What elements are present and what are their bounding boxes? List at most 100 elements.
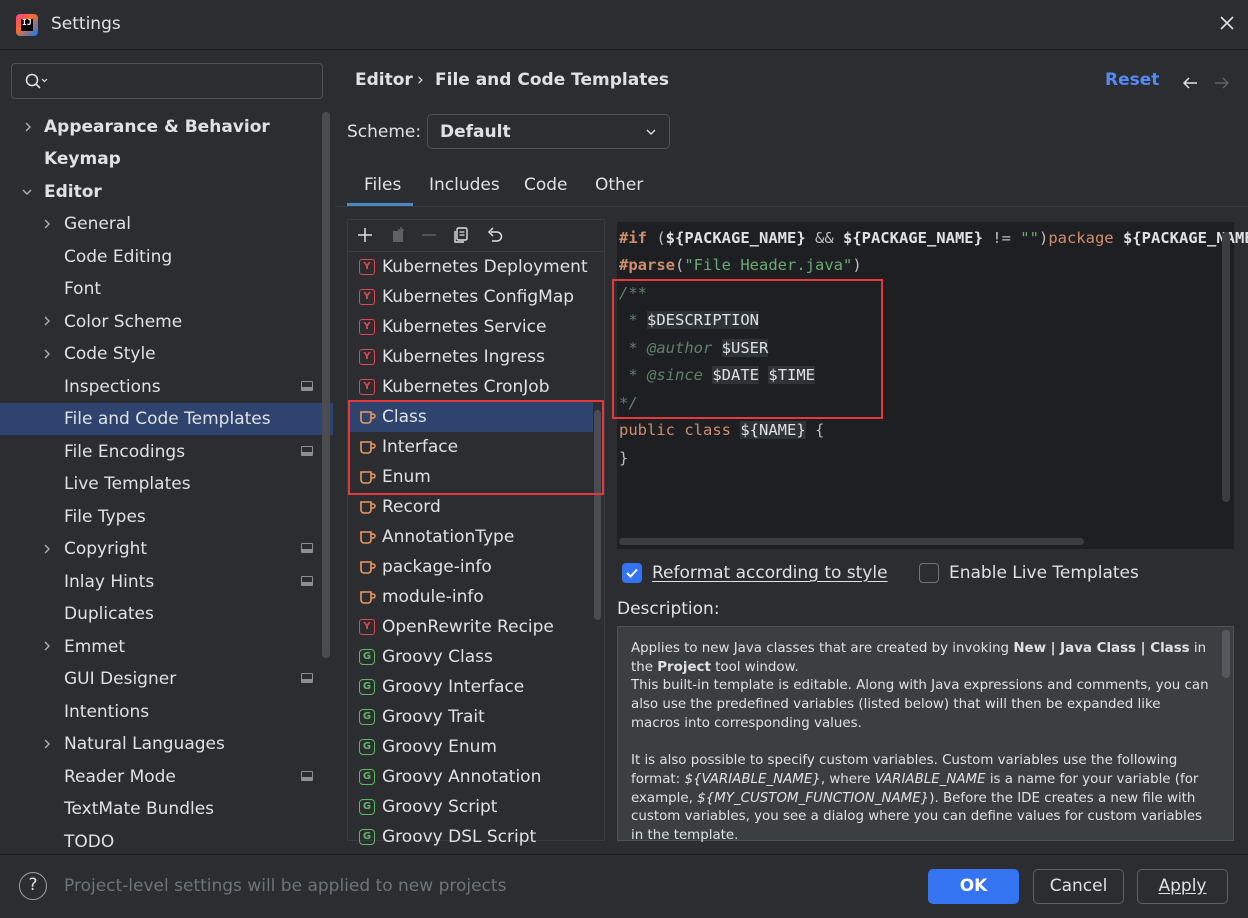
cancel-button[interactable]: Cancel xyxy=(1033,869,1124,904)
sidebar-item-code-style[interactable]: Code Style xyxy=(64,338,156,370)
sidebar-item-file-encodings[interactable]: File Encodings xyxy=(64,436,185,468)
reformat-label[interactable]: Reformat according to style xyxy=(652,563,888,583)
highlight-box-class-templates xyxy=(348,400,604,495)
sidebar-item-editor[interactable]: Editor xyxy=(44,176,102,208)
sidebar-item-textmate-bundles[interactable]: TextMate Bundles xyxy=(64,793,214,825)
template-name: Kubernetes ConfigMap xyxy=(382,287,575,307)
sidebar-item-emmet[interactable]: Emmet xyxy=(64,631,125,663)
sidebar-item-duplicates[interactable]: Duplicates xyxy=(64,598,154,630)
template-list-item[interactable]: G Groovy Interface xyxy=(349,672,593,702)
intellij-logo-icon: IJ xyxy=(16,14,38,36)
template-list-item[interactable]: Y OpenRewrite Recipe xyxy=(349,612,593,642)
chevron-down-icon xyxy=(646,129,656,135)
template-list-item[interactable]: G Groovy Script xyxy=(349,792,593,822)
description-label: Description: xyxy=(617,599,720,619)
highlight-box-javadoc xyxy=(612,279,883,419)
breadcrumb-editor[interactable]: Editor xyxy=(355,70,413,90)
breadcrumb-separator: › xyxy=(417,70,424,90)
template-list-item[interactable]: Record xyxy=(349,492,593,522)
copy-icon[interactable] xyxy=(452,226,470,244)
template-list-item[interactable]: AnnotationType xyxy=(349,522,593,552)
tab-files[interactable]: Files xyxy=(364,175,401,195)
template-list-item[interactable]: Y Kubernetes ConfigMap xyxy=(349,282,593,312)
help-icon[interactable]: ? xyxy=(19,872,47,900)
reformat-checkbox[interactable] xyxy=(622,563,642,583)
tab-code[interactable]: Code xyxy=(524,175,568,195)
checkmark-icon xyxy=(626,568,638,578)
reset-link[interactable]: Reset xyxy=(1105,70,1159,90)
remove-icon[interactable] xyxy=(420,226,438,244)
project-scope-icon xyxy=(301,381,313,391)
template-name: package-info xyxy=(382,557,492,577)
chevron-right-icon[interactable] xyxy=(42,544,52,554)
sidebar-item-color-scheme[interactable]: Color Scheme xyxy=(64,306,182,338)
close-icon[interactable] xyxy=(1217,13,1237,33)
code-line-2: #parse("File Header.java") xyxy=(619,256,862,274)
live-templates-checkbox[interactable] xyxy=(919,563,939,583)
code-line-9: } xyxy=(619,449,629,467)
chevron-right-icon[interactable] xyxy=(42,219,52,229)
template-list-item[interactable]: module-info xyxy=(349,582,593,612)
template-list-item[interactable]: G Groovy DSL Script xyxy=(349,822,593,852)
template-list-item[interactable]: G Groovy Annotation xyxy=(349,762,593,792)
template-list-item[interactable]: Y Kubernetes Deployment xyxy=(349,252,593,282)
sidebar-item-appearance-behavior[interactable]: Appearance & Behavior xyxy=(44,111,270,143)
forward-arrow-icon[interactable] xyxy=(1213,74,1231,92)
sidebar-item-inlay-hints[interactable]: Inlay Hints xyxy=(64,566,154,598)
sidebar-item-file-types[interactable]: File Types xyxy=(64,501,146,533)
code-vertical-scrollbar[interactable] xyxy=(1222,232,1230,502)
tabs-divider xyxy=(335,206,1248,207)
add-child-icon[interactable] xyxy=(389,226,407,244)
description-scrollbar[interactable] xyxy=(1222,630,1230,678)
sidebar-item-gui-designer[interactable]: GUI Designer xyxy=(64,663,176,695)
template-list-item[interactable]: G Groovy Enum xyxy=(349,732,593,762)
ok-button[interactable]: OK xyxy=(928,869,1019,904)
template-list-item[interactable]: G Groovy Trait xyxy=(349,702,593,732)
chevron-right-icon[interactable] xyxy=(42,316,52,326)
template-list-item[interactable]: Y Kubernetes Ingress xyxy=(349,342,593,372)
chevron-down-icon[interactable] xyxy=(22,187,32,197)
scheme-value: Default xyxy=(440,122,511,142)
template-name: module-info xyxy=(382,587,484,607)
footer-note: Project-level settings will be applied t… xyxy=(64,876,507,896)
sidebar-item-code-editing[interactable]: Code Editing xyxy=(64,241,172,273)
undo-icon[interactable] xyxy=(486,226,504,244)
sidebar-item-live-templates[interactable]: Live Templates xyxy=(64,468,191,500)
back-arrow-icon[interactable] xyxy=(1181,74,1199,92)
template-name: OpenRewrite Recipe xyxy=(382,617,554,637)
template-list-item[interactable]: Y Kubernetes Service xyxy=(349,312,593,342)
sidebar-item-copyright[interactable]: Copyright xyxy=(64,533,147,565)
template-name: Groovy Script xyxy=(382,797,498,817)
template-list-item[interactable]: G Groovy Class xyxy=(349,642,593,672)
groovy-icon: G xyxy=(359,829,375,845)
project-scope-icon xyxy=(301,771,313,781)
template-list-item[interactable]: Y Kubernetes CronJob xyxy=(349,372,593,402)
java-icon xyxy=(359,559,376,575)
template-list-item[interactable]: package-info xyxy=(349,552,593,582)
sidebar-item-intentions[interactable]: Intentions xyxy=(64,696,149,728)
chevron-right-icon[interactable] xyxy=(42,349,52,359)
tab-includes[interactable]: Includes xyxy=(429,175,500,195)
project-scope-icon xyxy=(301,576,313,586)
chevron-right-icon[interactable] xyxy=(23,122,33,132)
sidebar-item-keymap[interactable]: Keymap xyxy=(44,143,121,175)
sidebar-item-inspections[interactable]: Inspections xyxy=(64,371,161,403)
code-horizontal-scrollbar[interactable] xyxy=(619,538,1084,545)
chevron-right-icon[interactable] xyxy=(42,739,52,749)
sidebar-item-reader-mode[interactable]: Reader Mode xyxy=(64,761,176,793)
sidebar-item-general[interactable]: General xyxy=(64,208,131,240)
sidebar-item-font[interactable]: Font xyxy=(64,273,101,305)
project-scope-icon xyxy=(301,673,313,683)
java-icon xyxy=(359,529,376,545)
chevron-right-icon[interactable] xyxy=(42,641,52,651)
add-icon[interactable] xyxy=(356,226,374,244)
live-templates-label[interactable]: Enable Live Templates xyxy=(949,563,1139,583)
tab-other[interactable]: Other xyxy=(595,175,643,195)
sidebar-item-natural-languages[interactable]: Natural Languages xyxy=(64,728,225,760)
apply-button[interactable]: Apply xyxy=(1137,869,1228,904)
code-line-8: public class ${NAME} { xyxy=(619,421,825,439)
sidebar-scrollbar[interactable] xyxy=(322,112,330,658)
sidebar-item-file-and-code-templates[interactable]: File and Code Templates xyxy=(64,403,271,435)
search-input[interactable] xyxy=(11,63,323,99)
search-icon xyxy=(25,73,48,89)
